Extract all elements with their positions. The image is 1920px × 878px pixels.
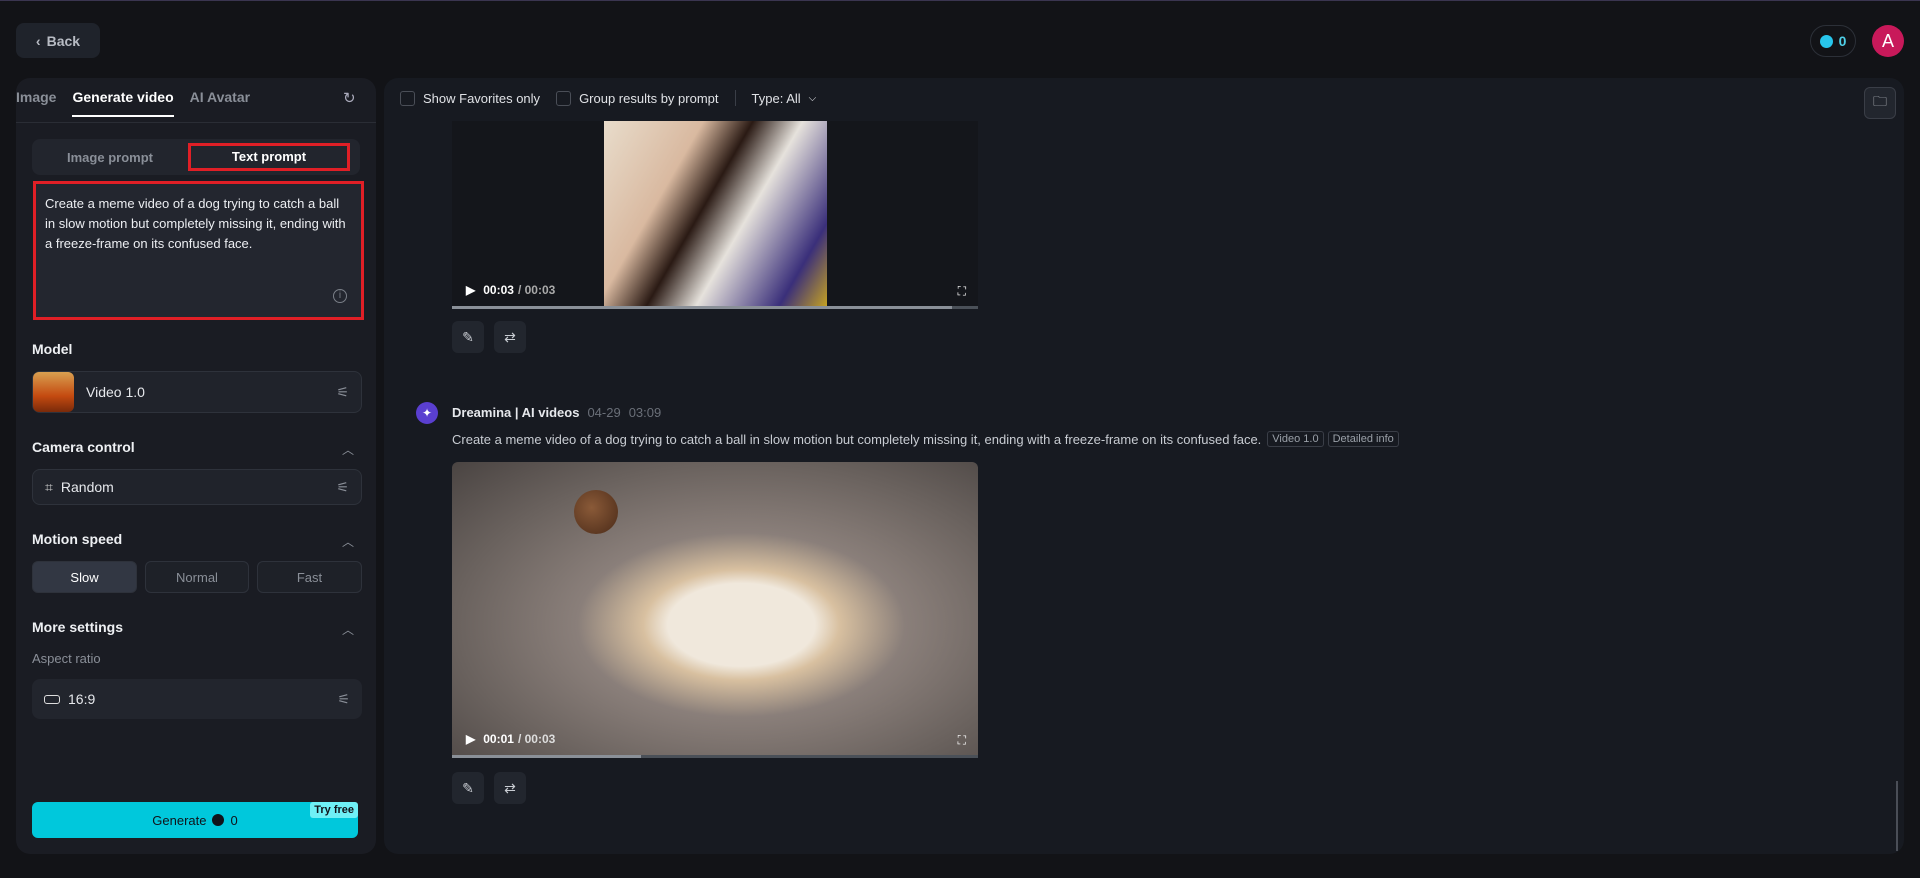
type-filter[interactable]: Type: All <box>752 91 801 106</box>
time-total: / 00:03 <box>517 732 556 746</box>
edit-icon[interactable]: ✎ <box>452 772 484 804</box>
video-thumbnail <box>604 121 827 309</box>
image-prompt-tab[interactable]: Image prompt <box>32 150 188 165</box>
back-button[interactable]: ‹ Back <box>16 23 100 58</box>
sliders-icon[interactable]: ⚟ <box>336 479 349 496</box>
try-free-badge: Try free <box>310 802 358 818</box>
video-player[interactable]: ▶ 00:01/ 00:03 ⛶ <box>452 462 978 758</box>
generate-label: Generate <box>152 812 207 828</box>
credit-coin-icon <box>212 814 225 826</box>
result-time: 03:09 <box>628 405 662 420</box>
group-checkbox[interactable] <box>556 90 572 106</box>
speed-fast-button[interactable]: Fast <box>257 561 362 593</box>
divider <box>16 122 376 123</box>
credits-badge[interactable]: 0 <box>1810 25 1856 57</box>
fullscreen-icon[interactable]: ⛶ <box>958 733 966 748</box>
prompt-type-toggle: Image prompt Text prompt <box>32 139 360 175</box>
more-settings-label: More settings <box>32 619 124 635</box>
tab-generate-video[interactable]: Generate video <box>72 89 174 117</box>
credit-coin-icon <box>1819 34 1833 48</box>
folder-icon[interactable]: 🗀 <box>1864 87 1896 119</box>
aspect-ratio-label: Aspect ratio <box>32 651 101 666</box>
chevron-up-icon[interactable]: ︿ <box>342 621 354 638</box>
result-author: Dreamina | AI videos <box>452 405 580 420</box>
time-current: 00:01 <box>483 732 514 746</box>
tab-ai-avatar[interactable]: AI Avatar <box>190 89 250 117</box>
chevron-down-icon: ⌵ <box>808 92 817 104</box>
chevron-left-icon: ‹ <box>35 32 41 49</box>
ball-image <box>574 490 618 534</box>
favorites-checkbox[interactable] <box>400 90 415 106</box>
info-icon[interactable]: i <box>333 289 347 303</box>
speed-slow-button[interactable]: Slow <box>32 561 137 593</box>
video-progress[interactable] <box>452 306 978 309</box>
aspect-ratio-select[interactable]: 16:9 ⚟ <box>32 679 362 719</box>
fullscreen-icon[interactable]: ⛶ <box>958 284 966 299</box>
result-prompt: Create a meme video of a dog trying to c… <box>452 431 1262 447</box>
scrollbar[interactable] <box>1896 781 1898 851</box>
reset-icon[interactable]: ↻ <box>343 89 356 107</box>
results-toolbar: Show Favorites only Group results by pro… <box>400 90 816 106</box>
chevron-up-icon[interactable]: ︿ <box>342 441 354 458</box>
time-current: 00:03 <box>483 283 514 297</box>
model-label: Model <box>32 341 73 357</box>
model-value: Video 1.0 <box>86 384 145 400</box>
camera-control-label: Camera control <box>32 439 135 455</box>
result-date: 04-29 <box>587 405 621 420</box>
regenerate-icon[interactable]: ⇄ <box>494 321 526 353</box>
generate-cost: 0 <box>230 812 238 828</box>
generate-button[interactable]: Generate 0 Try free <box>32 802 358 838</box>
aspect-value: 16:9 <box>68 691 96 707</box>
play-icon[interactable]: ▶ <box>466 283 475 297</box>
model-select[interactable]: Video 1.0 ⚟ <box>32 371 362 413</box>
video-player[interactable]: ▶ 00:03/ 00:03 ⛶ <box>452 121 978 309</box>
favorites-label: Show Favorites only <box>423 90 541 106</box>
prompt-textarea[interactable]: Create a meme video of a dog trying to c… <box>33 181 364 320</box>
sliders-icon[interactable]: ⚟ <box>336 384 349 401</box>
camera-focus-icon: ⌗ <box>45 478 53 495</box>
chevron-up-icon[interactable]: ︿ <box>342 533 354 550</box>
aspect-rect-icon <box>44 694 60 704</box>
avatar[interactable]: A <box>1872 25 1904 57</box>
camera-value: Random <box>60 479 114 495</box>
sidebar-tabs: Image Generate video AI Avatar <box>16 89 250 117</box>
model-thumbnail <box>33 372 74 412</box>
video-progress[interactable] <box>452 755 978 758</box>
time-total: / 00:03 <box>517 283 556 297</box>
edit-icon[interactable]: ✎ <box>452 321 484 353</box>
speed-normal-button[interactable]: Normal <box>145 561 249 593</box>
camera-control-select[interactable]: ⌗ Random ⚟ <box>32 469 362 505</box>
text-prompt-tab[interactable]: Text prompt <box>188 143 350 171</box>
divider <box>734 90 736 106</box>
motion-speed-label: Motion speed <box>32 531 123 547</box>
sliders-icon[interactable]: ⚟ <box>337 691 350 708</box>
play-icon[interactable]: ▶ <box>466 732 475 746</box>
tab-image[interactable]: Image <box>16 89 56 117</box>
detailed-info-button[interactable]: Detailed info <box>1327 431 1399 447</box>
dreamina-logo-icon: ✦ <box>416 402 438 424</box>
model-tag: Video 1.0 <box>1267 431 1324 447</box>
group-label: Group results by prompt <box>579 90 719 106</box>
regenerate-icon[interactable]: ⇄ <box>494 772 526 804</box>
prompt-text: Create a meme video of a dog trying to c… <box>45 196 346 251</box>
